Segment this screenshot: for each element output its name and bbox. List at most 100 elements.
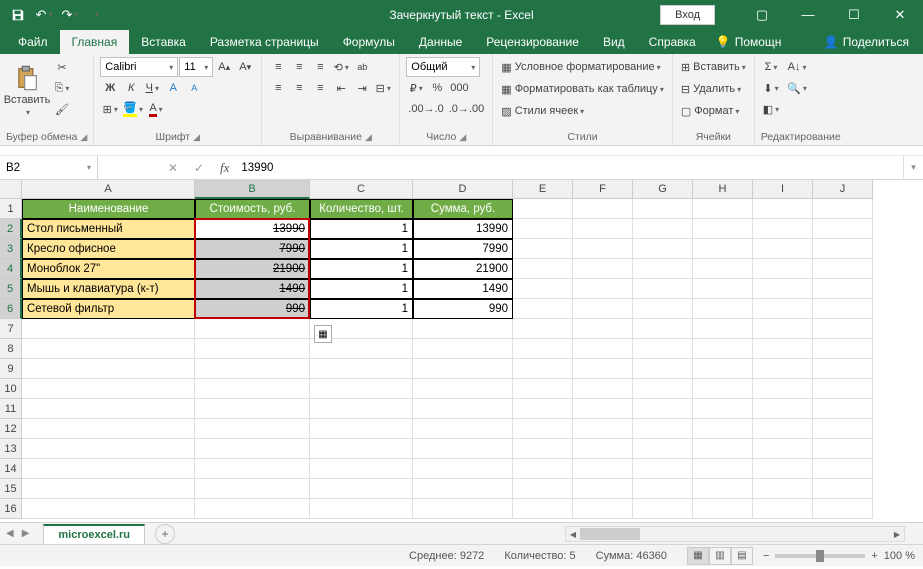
cell-G15[interactable] [633,479,693,499]
cell-G10[interactable] [633,379,693,399]
percent-icon[interactable]: % [427,78,447,98]
cell-A9[interactable] [22,359,195,379]
format-painter-icon[interactable]: 🖌 [52,99,72,119]
sheet-tab[interactable]: microexcel.ru [43,524,145,544]
sheet-nav-next-icon[interactable]: ▶ [22,528,30,539]
column-header-A[interactable]: A [22,180,195,199]
font-name-combo[interactable]: Calibri▾ [100,57,178,77]
insert-cells-button[interactable]: ⊞ Вставить▾ [679,57,748,77]
conditional-formatting-button[interactable]: ▦ Условное форматирование▾ [499,57,666,77]
cell-D4[interactable]: 21900 [413,259,513,279]
cell-I1[interactable] [753,199,813,219]
copy-icon[interactable]: ⎘▾ [52,78,72,98]
cell-G8[interactable] [633,339,693,359]
cell-E8[interactable] [513,339,573,359]
row-header-6[interactable]: 6 [0,299,22,319]
cell-G14[interactable] [633,459,693,479]
font-grow2-icon[interactable]: A [163,78,183,98]
column-header-H[interactable]: H [693,180,753,199]
cell-D6[interactable]: 990 [413,299,513,319]
name-box[interactable]: B2 [0,156,98,179]
cell-I3[interactable] [753,239,813,259]
cell-E2[interactable] [513,219,573,239]
cell-J16[interactable] [813,499,873,519]
cell-A8[interactable] [22,339,195,359]
align-center-icon[interactable]: ≡ [289,78,309,98]
cell-J15[interactable] [813,479,873,499]
fill-color-icon[interactable]: 🪣▾ [121,99,145,119]
tab-layout[interactable]: Разметка страницы [198,30,331,54]
cell-H3[interactable] [693,239,753,259]
cell-H9[interactable] [693,359,753,379]
view-page-break-icon[interactable]: ▤ [731,547,753,565]
quick-analysis-icon[interactable]: ▦ [314,325,332,343]
row-header-3[interactable]: 3 [0,239,22,259]
row-header-14[interactable]: 14 [0,459,22,479]
cell-I8[interactable] [753,339,813,359]
cell-G1[interactable] [633,199,693,219]
expand-formula-bar-icon[interactable]: ▾ [903,156,923,179]
cell-A11[interactable] [22,399,195,419]
cell-H15[interactable] [693,479,753,499]
cell-H12[interactable] [693,419,753,439]
tell-me[interactable]: 💡Помощн [708,30,790,54]
font-color-icon[interactable]: A▾ [146,99,166,119]
horizontal-scrollbar[interactable]: ◀ ▶ [565,526,905,542]
cell-F14[interactable] [573,459,633,479]
column-header-I[interactable]: I [753,180,813,199]
spreadsheet-grid[interactable]: ABCDEFGHIJ 12345678910111213141516 Наиме… [0,180,923,522]
cell-D12[interactable] [413,419,513,439]
find-select-icon[interactable]: 🔍▾ [785,78,809,98]
view-page-layout-icon[interactable]: ▥ [709,547,731,565]
cell-F4[interactable] [573,259,633,279]
row-header-10[interactable]: 10 [0,379,22,399]
cell-B2[interactable]: 13990 [195,219,310,239]
cell-G9[interactable] [633,359,693,379]
row-header-11[interactable]: 11 [0,399,22,419]
cell-H4[interactable] [693,259,753,279]
cell-B9[interactable] [195,359,310,379]
cell-B15[interactable] [195,479,310,499]
cell-B14[interactable] [195,459,310,479]
cell-C1[interactable]: Количество, шт. [310,199,413,219]
row-header-9[interactable]: 9 [0,359,22,379]
row-header-8[interactable]: 8 [0,339,22,359]
borders-icon[interactable]: ⊞▾ [100,99,120,119]
cell-A10[interactable] [22,379,195,399]
cell-H8[interactable] [693,339,753,359]
cell-G6[interactable] [633,299,693,319]
cell-F15[interactable] [573,479,633,499]
cell-J14[interactable] [813,459,873,479]
cell-E15[interactable] [513,479,573,499]
cell-C3[interactable]: 1 [310,239,413,259]
sort-filter-icon[interactable]: A↓▾ [785,57,809,77]
grow-font-icon[interactable]: A▴ [214,57,234,77]
cell-E11[interactable] [513,399,573,419]
cell-E7[interactable] [513,319,573,339]
row-header-12[interactable]: 12 [0,419,22,439]
cell-I15[interactable] [753,479,813,499]
font-shrink2-icon[interactable]: A [184,78,204,98]
increase-decimal-icon[interactable]: .00→.0 [406,99,445,119]
cell-D3[interactable]: 7990 [413,239,513,259]
format-cells-button[interactable]: ▢ Формат▾ [679,101,748,121]
cell-H5[interactable] [693,279,753,299]
currency-icon[interactable]: ₽▾ [406,78,426,98]
cell-A3[interactable]: Кресло офисное [22,239,195,259]
cell-C9[interactable] [310,359,413,379]
cell-G12[interactable] [633,419,693,439]
cell-D15[interactable] [413,479,513,499]
cell-H6[interactable] [693,299,753,319]
cell-D2[interactable]: 13990 [413,219,513,239]
add-sheet-icon[interactable]: + [155,524,175,544]
decrease-indent-icon[interactable]: ⇤ [331,78,351,98]
fx-icon[interactable]: fx [214,156,235,179]
formula-input[interactable] [235,156,903,179]
column-header-B[interactable]: B [195,180,310,199]
cell-C2[interactable]: 1 [310,219,413,239]
cell-F16[interactable] [573,499,633,519]
row-header-15[interactable]: 15 [0,479,22,499]
zoom-out-icon[interactable]: − [763,550,769,562]
cell-J1[interactable] [813,199,873,219]
cell-C4[interactable]: 1 [310,259,413,279]
